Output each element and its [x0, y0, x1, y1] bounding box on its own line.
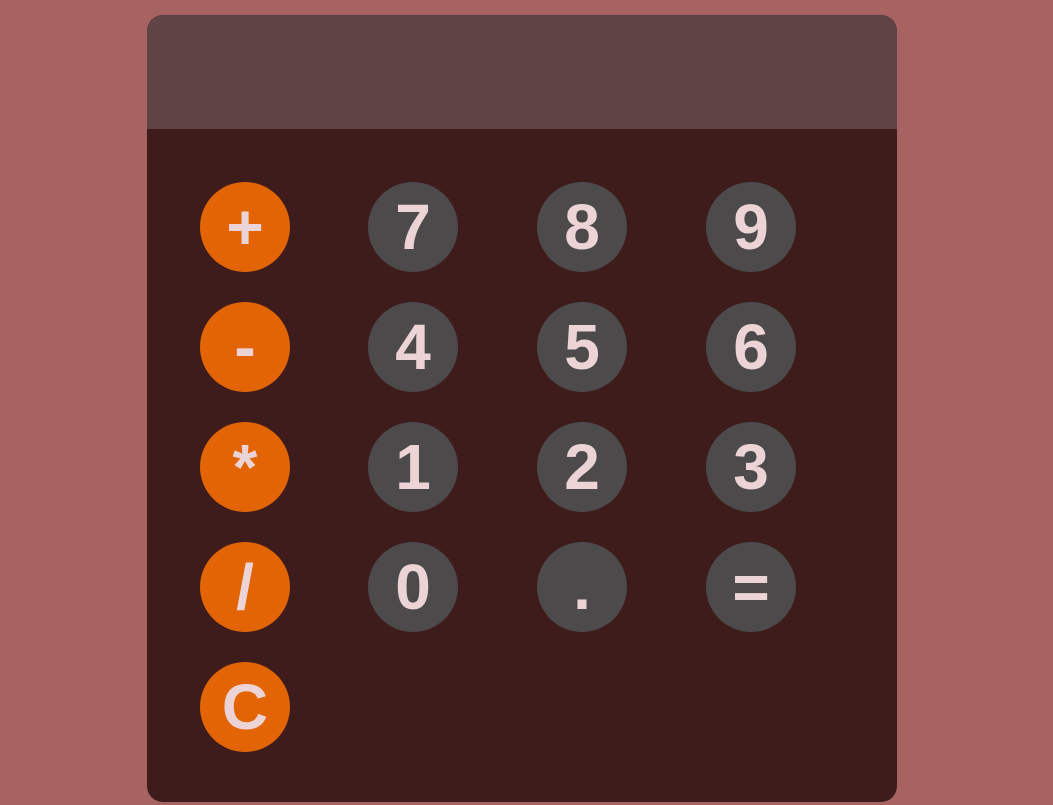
digit-1-button[interactable]: 1 [368, 422, 458, 512]
equals-button[interactable]: = [706, 542, 796, 632]
digit-2-button[interactable]: 2 [537, 422, 627, 512]
clear-button[interactable]: C [200, 662, 290, 752]
digit-6-button[interactable]: 6 [706, 302, 796, 392]
plus-button[interactable]: + [200, 182, 290, 272]
digit-4-button[interactable]: 4 [368, 302, 458, 392]
digit-5-button[interactable]: 5 [537, 302, 627, 392]
digit-9-button[interactable]: 9 [706, 182, 796, 272]
decimal-button[interactable]: . [537, 542, 627, 632]
multiply-button[interactable]: * [200, 422, 290, 512]
digit-0-button[interactable]: 0 [368, 542, 458, 632]
calculator-display [147, 15, 897, 129]
digit-7-button[interactable]: 7 [368, 182, 458, 272]
digit-8-button[interactable]: 8 [537, 182, 627, 272]
divide-button[interactable]: / [200, 542, 290, 632]
digit-3-button[interactable]: 3 [706, 422, 796, 512]
calculator: + - * / C 7 8 9 4 5 6 1 2 3 0 . = [147, 15, 897, 802]
minus-button[interactable]: - [200, 302, 290, 392]
